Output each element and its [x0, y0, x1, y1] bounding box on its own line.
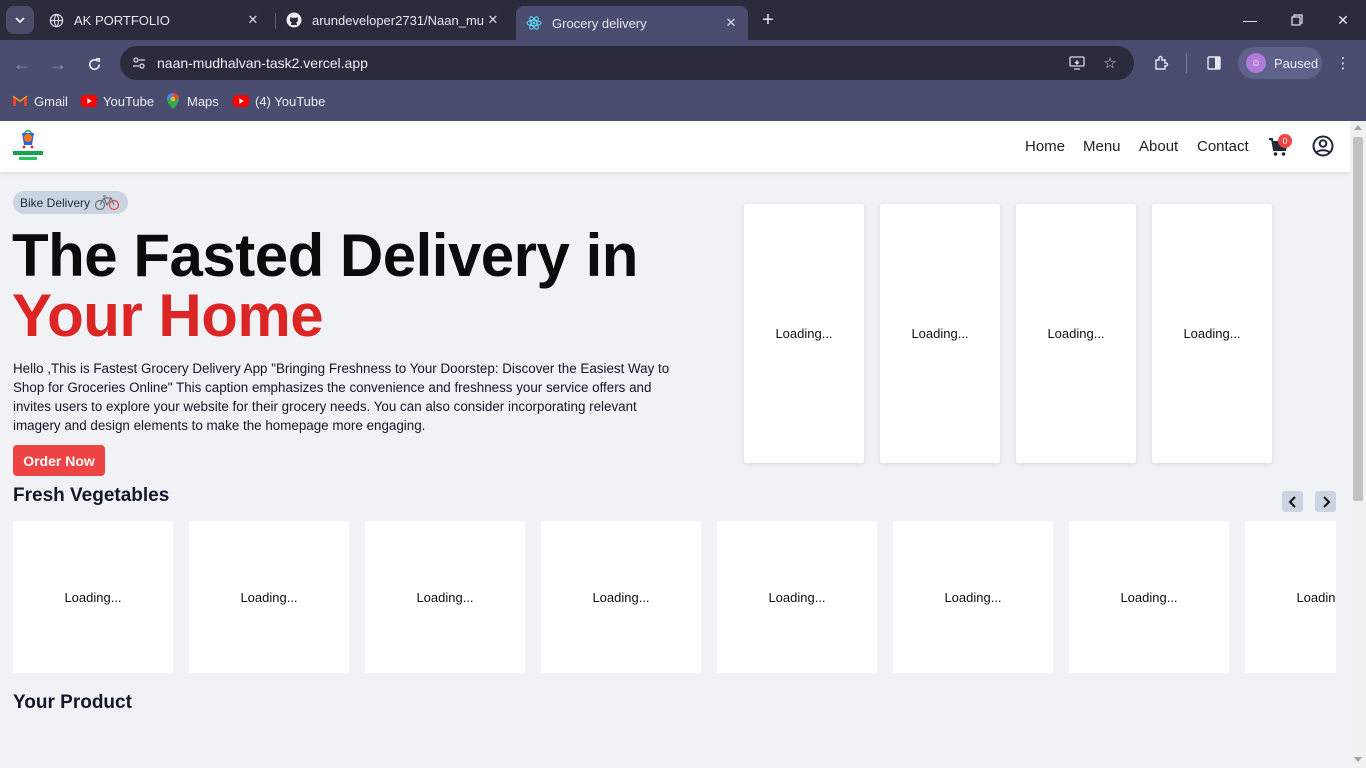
vegetable-card[interactable]: Loading... [893, 521, 1053, 673]
bookmark-label: YouTube [103, 93, 155, 109]
youtube-icon [81, 94, 97, 108]
cart-count-badge: 0 [1278, 134, 1292, 148]
nav-about[interactable]: About [1139, 138, 1178, 155]
vegetable-card[interactable]: Loading... [541, 521, 701, 673]
tab-grocery-delivery[interactable]: Grocery delivery ✕ [516, 6, 748, 40]
hero-product-card[interactable]: Loading... [1152, 204, 1272, 463]
profile-status: Paused [1274, 55, 1319, 71]
scrollbar-thumb[interactable] [1353, 137, 1363, 501]
restore-icon[interactable] [1285, 8, 1309, 32]
url-text: naan-mudhalvan-task2.vercel.app [157, 55, 368, 71]
gmail-icon [12, 94, 28, 108]
bookmark-gmail[interactable]: Gmail [12, 92, 68, 110]
scroll-up-arrow-icon[interactable] [1354, 125, 1362, 130]
vegetable-card[interactable]: Loading... [1069, 521, 1229, 673]
window-close-icon[interactable]: ✕ [1331, 8, 1355, 32]
address-bar[interactable]: naan-mudhalvan-task2.vercel.app ☆ [120, 46, 1134, 80]
vegetable-card[interactable]: Loading... [1245, 521, 1336, 673]
reload-icon[interactable] [80, 50, 108, 78]
back-arrow-icon[interactable]: ← [8, 50, 36, 78]
vegetable-card[interactable]: Loading... [13, 521, 173, 673]
tab-ak-portfolio[interactable]: AK PORTFOLIO ✕ [38, 6, 270, 34]
tab-github[interactable]: arundeveloper2731/Naan_mudh ✕ [276, 6, 510, 34]
hero-product-card[interactable]: Loading... [880, 204, 1000, 463]
tab-title: Grocery delivery [552, 15, 647, 31]
chevron-right-icon [1322, 495, 1330, 508]
grocery-store-logo[interactable] [12, 129, 44, 163]
bicycle-icon [94, 194, 120, 211]
tab-search-button[interactable] [6, 6, 34, 34]
bookmark-label: Gmail [34, 93, 68, 109]
close-icon[interactable]: ✕ [484, 11, 502, 29]
close-icon[interactable]: ✕ [722, 14, 740, 32]
bookmark-label: Maps [187, 93, 219, 109]
minimize-icon[interactable]: — [1238, 8, 1262, 32]
badge-label: Bike Delivery [20, 195, 91, 210]
bike-delivery-badge: Bike Delivery [13, 191, 128, 214]
hero-product-card[interactable]: Loading... [1016, 204, 1136, 463]
close-icon[interactable]: ✕ [244, 11, 262, 29]
youtube-icon [233, 94, 249, 108]
bookmark-maps[interactable]: Maps [165, 92, 219, 110]
vegetable-card[interactable]: Loading... [717, 521, 877, 673]
profile-button[interactable]: ☺ Paused [1238, 47, 1322, 79]
web-page: Home Menu About Contact 0 Bike Delivery … [0, 121, 1350, 768]
tab-title: AK PORTFOLIO [74, 12, 170, 28]
more-menu-icon[interactable]: ⋮ [1332, 52, 1354, 74]
page-scrollbar[interactable] [1350, 121, 1366, 768]
react-icon [526, 15, 542, 31]
your-product-heading: Your Product [13, 692, 132, 713]
hero-description: Hello ,This is Fastest Grocery Delivery … [13, 361, 670, 433]
vegetable-card[interactable]: Loading... [365, 521, 525, 673]
scroll-down-arrow-icon[interactable] [1354, 757, 1362, 762]
nav-home[interactable]: Home [1025, 138, 1065, 155]
chevron-down-icon [15, 17, 25, 24]
chevron-left-icon [1288, 495, 1296, 508]
avatar: ☺ [1246, 53, 1266, 73]
maps-icon [165, 93, 181, 109]
vegetable-card[interactable]: Loading... [189, 521, 349, 673]
scroll-left-button[interactable] [1282, 491, 1303, 512]
bookmark-label: (4) YouTube [255, 93, 326, 109]
forward-arrow-icon[interactable]: → [44, 50, 72, 78]
tab-title: arundeveloper2731/Naan_mudh [312, 12, 484, 28]
bookmark-youtube[interactable]: YouTube [81, 92, 154, 110]
side-panel-icon[interactable] [1203, 52, 1225, 74]
hero-title-line2: Your Home [12, 282, 324, 349]
nav-contact[interactable]: Contact [1197, 138, 1249, 155]
globe-icon [48, 12, 64, 28]
fresh-vegetables-heading: Fresh Vegetables [13, 485, 170, 506]
scroll-right-button[interactable] [1315, 491, 1336, 512]
hero-title-line1: The Fasted Delivery in [12, 222, 638, 289]
extensions-icon[interactable] [1150, 52, 1172, 74]
toolbar-divider [1186, 53, 1187, 73]
nav-menu[interactable]: Menu [1083, 138, 1121, 155]
install-app-icon[interactable] [1068, 54, 1086, 72]
site-header: Home Menu About Contact 0 [0, 121, 1350, 172]
hero-product-card[interactable]: Loading... [744, 204, 864, 463]
user-account-icon[interactable] [1312, 135, 1334, 157]
new-tab-button[interactable]: + [757, 9, 779, 31]
bookmark-youtube-4[interactable]: (4) YouTube [233, 92, 325, 110]
bookmark-star-icon[interactable]: ☆ [1101, 54, 1119, 72]
vegetables-carousel[interactable]: Loading... Loading... Loading... Loading… [13, 521, 1336, 673]
site-settings-icon[interactable] [130, 54, 148, 72]
order-now-button[interactable]: Order Now [13, 445, 105, 476]
github-icon [286, 12, 302, 28]
